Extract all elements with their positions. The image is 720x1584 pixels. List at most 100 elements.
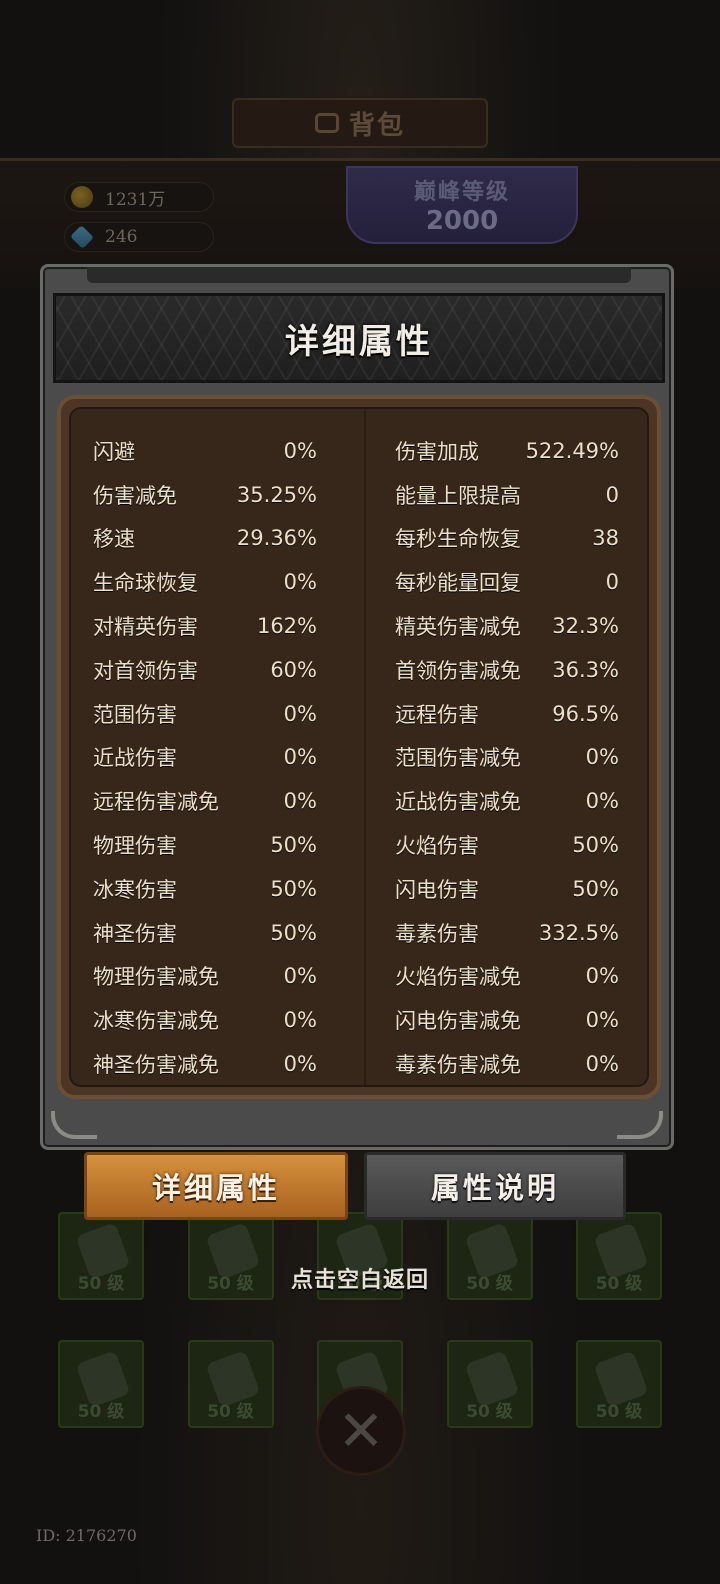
inventory-slot[interactable]: 50 级 bbox=[58, 1340, 144, 1428]
stat-name: 闪电伤害减免 bbox=[395, 1009, 521, 1034]
tap-blank-to-return-hint[interactable]: 点击空白返回 bbox=[0, 1262, 720, 1294]
modal-top-notch bbox=[87, 267, 631, 283]
stat-name: 对首领伤害 bbox=[93, 658, 198, 683]
stat-value: 0% bbox=[283, 745, 317, 770]
inventory-slot[interactable]: 50 级 bbox=[187, 1340, 274, 1428]
stat-value: 0% bbox=[283, 438, 317, 463]
stat-row: 冰寒伤害减免 0% 闪电伤害减免 0% bbox=[71, 998, 647, 1042]
stat-row: 闪避 0% 伤害加成 522.49% bbox=[71, 429, 647, 473]
stat-value: 0% bbox=[283, 1052, 317, 1077]
stat-value: 35.25% bbox=[236, 482, 317, 507]
slot-level: 50 级 bbox=[77, 1402, 125, 1422]
stat-name: 近战伤害 bbox=[93, 746, 177, 771]
stat-name: 闪避 bbox=[93, 439, 135, 464]
stat-value: 162% bbox=[256, 614, 317, 639]
stat-name: 生命球恢复 bbox=[93, 571, 198, 596]
stat-value: 0% bbox=[283, 1008, 317, 1033]
stat-value: 0 bbox=[605, 482, 619, 507]
stat-value: 0% bbox=[585, 1052, 619, 1077]
bag-icon bbox=[314, 113, 339, 133]
stat-name: 范围伤害 bbox=[93, 702, 177, 727]
stat-name: 火焰伤害减免 bbox=[395, 965, 521, 990]
modal-title: 详细属性 bbox=[285, 321, 433, 362]
stat-value: 32.3% bbox=[552, 614, 619, 639]
stat-value: 29.36% bbox=[236, 526, 317, 551]
stat-rows: 闪避 0% 伤害加成 522.49% 伤害减免 35.25% 能量上限提高 0 移速 29.36%… bbox=[71, 429, 647, 1085]
bag-title: 背包 bbox=[348, 110, 405, 141]
stat-row: 范围伤害 0% 远程伤害 96.5% bbox=[71, 692, 647, 736]
stat-value: 332.5% bbox=[538, 920, 619, 945]
stat-name: 火焰伤害 bbox=[395, 834, 479, 859]
stat-value: 50% bbox=[270, 833, 317, 858]
corner-ornament bbox=[617, 1111, 663, 1139]
stat-value: 36.3% bbox=[552, 657, 619, 682]
stat-value: 38 bbox=[592, 526, 619, 551]
stat-row: 神圣伤害 50% 毒素伤害 332.5% bbox=[71, 911, 647, 955]
stat-row: 冰寒伤害 50% 闪电伤害 50% bbox=[71, 867, 647, 911]
corner-ornament bbox=[51, 1111, 97, 1139]
stat-name: 冰寒伤害 bbox=[93, 877, 177, 902]
stat-value: 50% bbox=[270, 876, 317, 901]
modal-title-bar: 详细属性 bbox=[53, 293, 665, 383]
stat-name: 移速 bbox=[93, 527, 135, 552]
stat-row: 伤害减免 35.25% 能量上限提高 0 bbox=[71, 473, 647, 517]
stat-row: 对首领伤害 60% 首领伤害减免 36.3% bbox=[71, 648, 647, 692]
stat-name: 范围伤害减免 bbox=[395, 746, 521, 771]
gem-counter: 246 bbox=[64, 222, 214, 252]
stat-value: 0% bbox=[283, 789, 317, 814]
close-icon[interactable]: ✕ bbox=[316, 1386, 406, 1476]
stat-name: 闪电伤害 bbox=[395, 877, 479, 902]
tab-attribute-explanation[interactable]: 属性说明 bbox=[364, 1152, 626, 1220]
stat-value: 0 bbox=[605, 570, 619, 595]
inventory-slot[interactable]: 50 级 bbox=[576, 1340, 662, 1428]
stat-name: 神圣伤害 bbox=[93, 921, 177, 946]
tab-detail-attributes[interactable]: 详细属性 bbox=[84, 1152, 348, 1220]
stat-value: 522.49% bbox=[525, 438, 619, 463]
stat-row: 近战伤害 0% 范围伤害减免 0% bbox=[71, 736, 647, 780]
stat-value: 96.5% bbox=[552, 701, 619, 726]
stat-row: 物理伤害 50% 火焰伤害 50% bbox=[71, 823, 647, 867]
peak-level-value: 2000 bbox=[425, 206, 499, 236]
stat-name: 每秒生命恢复 bbox=[395, 527, 521, 552]
partially-scrolled-row bbox=[71, 409, 647, 423]
stat-row: 移速 29.36% 每秒生命恢复 38 bbox=[71, 517, 647, 561]
stat-name: 每秒能量回复 bbox=[395, 571, 521, 596]
stat-name: 近战伤害减免 bbox=[395, 790, 521, 815]
inventory-slot[interactable]: 50 级 bbox=[446, 1340, 533, 1428]
stat-row: 远程伤害减免 0% 近战伤害减免 0% bbox=[71, 779, 647, 823]
slot-level: 50 级 bbox=[207, 1402, 254, 1422]
stat-name: 对精英伤害 bbox=[93, 615, 198, 640]
stats-panel: 闪避 0% 伤害加成 522.49% 伤害减免 35.25% 能量上限提高 0 移速 29.36%… bbox=[57, 395, 661, 1099]
slot-level: 50 级 bbox=[466, 1402, 513, 1422]
stat-name: 能量上限提高 bbox=[395, 483, 521, 508]
stat-name: 神圣伤害减免 bbox=[93, 1053, 219, 1078]
stat-name: 伤害减免 bbox=[93, 483, 177, 508]
stat-value: 50% bbox=[270, 920, 317, 945]
detail-attributes-modal: 详细属性 闪避 0% 伤害加成 522.49% 伤害减免 35.25% 能量上限提高 0 移速 2… bbox=[40, 264, 674, 1150]
stat-name: 物理伤害 bbox=[93, 834, 177, 859]
stat-value: 50% bbox=[572, 833, 619, 858]
bag-header: 背包 bbox=[232, 98, 488, 148]
stat-value: 60% bbox=[270, 657, 317, 682]
stat-value: 0% bbox=[585, 964, 619, 989]
stat-name: 伤害加成 bbox=[395, 439, 479, 464]
stat-name: 物理伤害减免 bbox=[93, 965, 219, 990]
stats-list[interactable]: 闪避 0% 伤害加成 522.49% 伤害减免 35.25% 能量上限提高 0 移速 29.36%… bbox=[69, 407, 649, 1087]
stat-row: 生命球恢复 0% 每秒能量回复 0 bbox=[71, 560, 647, 604]
stat-name: 毒素伤害减免 bbox=[395, 1053, 521, 1078]
stat-row: 物理伤害减免 0% 火焰伤害减免 0% bbox=[71, 955, 647, 999]
stat-value: 0% bbox=[585, 789, 619, 814]
stat-name: 远程伤害减免 bbox=[93, 790, 219, 815]
stat-name: 毒素伤害 bbox=[395, 921, 479, 946]
stat-value: 0% bbox=[283, 701, 317, 726]
stat-row: 对精英伤害 162% 精英伤害减免 32.3% bbox=[71, 604, 647, 648]
stat-name: 精英伤害减免 bbox=[395, 615, 521, 640]
peak-level-label: 巅峰等级 bbox=[413, 180, 510, 205]
player-id: ID: 2176270 bbox=[36, 1526, 137, 1545]
gold-counter: 1231万 bbox=[64, 182, 214, 212]
stat-name: 首领伤害减免 bbox=[395, 658, 521, 683]
stat-name: 冰寒伤害减免 bbox=[93, 1009, 219, 1034]
gold-coin-icon bbox=[71, 186, 93, 208]
stat-value: 0% bbox=[585, 745, 619, 770]
stat-name: 远程伤害 bbox=[395, 702, 479, 727]
